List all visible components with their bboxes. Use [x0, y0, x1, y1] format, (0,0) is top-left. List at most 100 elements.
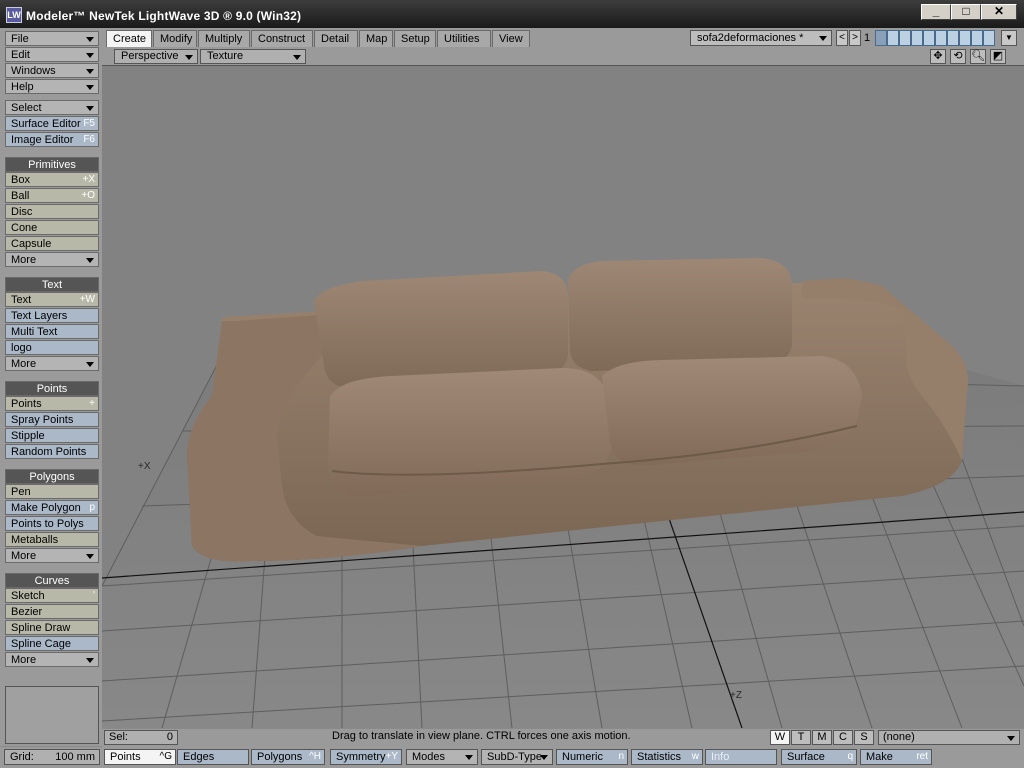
points-mode-button[interactable]: Points ^G [104, 749, 176, 765]
random-points-button[interactable]: Random Points [5, 444, 99, 459]
symmetry-button[interactable]: Symmetry +Y [330, 749, 402, 765]
scene-object-selector[interactable]: sofa2deformaciones * [690, 30, 832, 46]
multi-text-button[interactable]: Multi Text [5, 324, 99, 339]
layer-box-8[interactable] [959, 30, 971, 46]
info-button[interactable]: Info [705, 749, 777, 765]
box-button[interactable]: Box +X [5, 172, 99, 187]
edit-menu[interactable]: Edit [5, 47, 99, 62]
layer-box-3[interactable] [899, 30, 911, 46]
tab-setup[interactable]: Setup [394, 30, 436, 47]
disc-button[interactable]: Disc [5, 204, 99, 219]
make-button[interactable]: Make ret [860, 749, 932, 765]
maximize-view-icon[interactable]: ◩ [990, 49, 1006, 64]
bezier-button[interactable]: Bezier [5, 604, 99, 619]
text-more-menu[interactable]: More [5, 356, 99, 371]
statistics-button[interactable]: Statistics w [631, 749, 703, 765]
wtmcs-w-button[interactable]: W [770, 730, 790, 745]
layer-box-9[interactable] [971, 30, 983, 46]
capsule-button[interactable]: Capsule [5, 236, 99, 251]
surface-selector[interactable]: (none) [878, 730, 1020, 745]
cone-button[interactable]: Cone [5, 220, 99, 235]
chevron-down-icon [86, 37, 94, 42]
chevron-down-icon [293, 55, 301, 60]
chevron-down-icon [465, 755, 473, 760]
box-label: Box [11, 174, 30, 186]
numeric-shortcut: n [618, 751, 624, 762]
tab-utilities[interactable]: Utilities [437, 30, 491, 47]
pen-button[interactable]: Pen [5, 484, 99, 499]
statistics-shortcut: w [691, 751, 699, 762]
curves-more-menu[interactable]: More [5, 652, 99, 667]
sketch-button[interactable]: Sketch ' [5, 588, 99, 603]
polygons-more-menu[interactable]: More [5, 548, 99, 563]
layer-box-5[interactable] [923, 30, 935, 46]
spline-cage-button[interactable]: Spline Cage [5, 636, 99, 651]
polygons-mode-button[interactable]: Polygons ^H [251, 749, 325, 765]
layer-box-1[interactable] [875, 30, 887, 46]
minimize-button[interactable]: _ [921, 4, 951, 20]
help-menu[interactable]: Help [5, 79, 99, 94]
points-shortcut: + [89, 398, 95, 409]
metaballs-button[interactable]: Metaballs [5, 532, 99, 547]
render-mode-selector[interactable]: Texture [200, 49, 306, 64]
file-menu[interactable]: File [5, 31, 99, 46]
points-to-polys-button[interactable]: Points to Polys [5, 516, 99, 531]
text-layers-button[interactable]: Text Layers [5, 308, 99, 323]
make-shortcut: ret [916, 751, 928, 762]
surface-button[interactable]: Surface q [781, 749, 857, 765]
prev-object-button[interactable]: < [836, 30, 848, 46]
rotate-view-icon[interactable]: ⟲ [950, 49, 966, 64]
close-button[interactable]: ✕ [981, 4, 1017, 20]
wtmcs-m-button[interactable]: M [812, 730, 832, 745]
subd-type-menu[interactable]: SubD-Type [481, 749, 553, 765]
spray-points-button[interactable]: Spray Points [5, 412, 99, 427]
layer-box-10[interactable] [983, 30, 995, 46]
lightwave-app-icon[interactable]: LW [6, 7, 22, 23]
ball-button[interactable]: Ball +O [5, 188, 99, 203]
layer-number: 1 [864, 32, 871, 44]
layer-box-2[interactable] [887, 30, 899, 46]
points-tool-button[interactable]: Points + [5, 396, 99, 411]
symmetry-label: Symmetry [336, 751, 386, 763]
tab-modify[interactable]: Modify [153, 30, 197, 47]
move-view-icon[interactable]: ✥ [930, 49, 946, 64]
surface-shortcut: q [847, 751, 853, 762]
wtmcs-s-button[interactable]: S [854, 730, 874, 745]
tab-multiply[interactable]: Multiply [198, 30, 250, 47]
wtmcs-t-button[interactable]: T [791, 730, 811, 745]
primitives-more-menu[interactable]: More [5, 252, 99, 267]
make-polygon-button[interactable]: Make Polygon p [5, 500, 99, 515]
view-type-selector[interactable]: Perspective [114, 49, 198, 64]
wtmcs-c-button[interactable]: C [833, 730, 853, 745]
edges-mode-button[interactable]: Edges [177, 749, 249, 765]
maximize-button[interactable]: □ [951, 4, 981, 20]
windows-menu[interactable]: Windows [5, 63, 99, 78]
points-mode-label: Points [110, 751, 141, 763]
select-menu[interactable]: Select [5, 100, 99, 115]
next-object-button[interactable]: > [849, 30, 861, 46]
image-editor-button[interactable]: Image Editor F6 [5, 132, 99, 147]
layer-scroll-button[interactable]: ▼ [1001, 30, 1017, 46]
layer-box-7[interactable] [947, 30, 959, 46]
tab-view[interactable]: View [492, 30, 530, 47]
text-button[interactable]: Text +W [5, 292, 99, 307]
windows-label: Windows [11, 65, 56, 77]
grid-label: Grid: [10, 751, 34, 763]
spline-draw-button[interactable]: Spline Draw [5, 620, 99, 635]
stipple-button[interactable]: Stipple [5, 428, 99, 443]
tab-create[interactable]: Create [106, 30, 152, 47]
image-editor-shortcut: F6 [83, 134, 95, 145]
perspective-viewport[interactable]: +X +Z [102, 66, 1024, 728]
tab-construct[interactable]: Construct [251, 30, 313, 47]
numeric-button[interactable]: Numeric n [556, 749, 628, 765]
logo-button[interactable]: logo [5, 340, 99, 355]
empty-panel-area [5, 686, 99, 744]
layer-box-4[interactable] [911, 30, 923, 46]
modes-menu[interactable]: Modes [406, 749, 478, 765]
tab-map[interactable]: Map [359, 30, 393, 47]
surface-editor-button[interactable]: Surface Editor F5 [5, 116, 99, 131]
tab-detail[interactable]: Detail [314, 30, 358, 47]
numeric-label: Numeric [562, 751, 603, 763]
layer-box-6[interactable] [935, 30, 947, 46]
zoom-view-icon[interactable]: 🔍︎ [970, 49, 986, 64]
